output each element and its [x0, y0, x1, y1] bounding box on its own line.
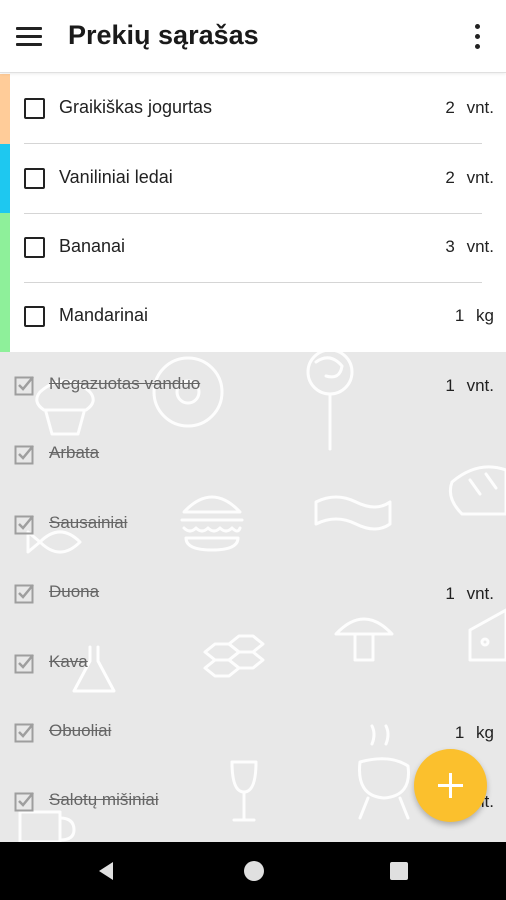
- category-color-stripe: [0, 74, 10, 144]
- checkbox-checked-icon[interactable]: [14, 721, 36, 743]
- add-item-button[interactable]: [414, 749, 487, 822]
- item-name: Sausainiai: [49, 513, 128, 532]
- list-item[interactable]: Mandarinai 1 kg: [0, 282, 506, 352]
- item-quantity: 1 kg: [454, 306, 494, 325]
- checkbox-checked-icon[interactable]: [14, 582, 36, 604]
- item-quantity: 3 vnt.: [445, 237, 494, 256]
- list-item[interactable]: Sausainiai: [0, 491, 506, 560]
- list-item[interactable]: Graikiškas jogurtas 2 vnt.: [0, 74, 506, 144]
- checkbox-checked-icon[interactable]: [14, 652, 36, 674]
- list-item[interactable]: Duona 1 vnt.: [0, 560, 506, 629]
- system-navigation-bar: [0, 842, 506, 900]
- checkbox-checked-icon[interactable]: [14, 443, 36, 465]
- category-color-stripe: [0, 213, 10, 283]
- checkbox-unchecked[interactable]: [24, 306, 45, 327]
- item-name: Kava: [49, 652, 88, 671]
- checkbox-checked-icon[interactable]: [14, 790, 36, 812]
- item-name: Negazuotas vanduo: [49, 374, 201, 393]
- item-quantity: 2 vnt.: [445, 168, 494, 187]
- app-bar: Prekių sąrašas: [0, 0, 506, 73]
- item-name: Vaniliniai ledai: [59, 167, 173, 187]
- item-name: Bananai: [59, 236, 126, 256]
- item-name: Duona: [49, 582, 100, 601]
- item-quantity: 1 vnt.: [445, 376, 494, 395]
- item-quantity: 2 vnt.: [445, 98, 494, 117]
- back-icon[interactable]: [95, 860, 115, 882]
- item-quantity: 1 kg: [454, 723, 494, 742]
- checkbox-checked-icon[interactable]: [14, 513, 36, 535]
- page-title: Prekių sąrašas: [68, 20, 259, 50]
- item-name: Obuoliai: [49, 721, 112, 740]
- category-color-stripe: [0, 144, 10, 214]
- item-name: Mandarinai: [59, 305, 149, 325]
- list-item[interactable]: Bananai 3 vnt.: [0, 213, 506, 283]
- item-name: Salotų mišiniai: [49, 790, 159, 809]
- checkbox-checked-icon[interactable]: [14, 374, 36, 396]
- menu-icon[interactable]: [10, 18, 48, 56]
- checkbox-unchecked[interactable]: [24, 237, 45, 258]
- list-item[interactable]: Kava: [0, 630, 506, 699]
- checkbox-unchecked[interactable]: [24, 98, 45, 119]
- item-quantity: 1 vnt.: [445, 584, 494, 603]
- active-items-list: Graikiškas jogurtas 2 vnt. Vaniliniai le…: [0, 74, 506, 352]
- more-vert-icon[interactable]: [462, 20, 494, 54]
- item-name: Graikiškas jogurtas: [59, 97, 213, 117]
- item-name: Arbata: [49, 443, 100, 462]
- list-item[interactable]: Vaniliniai ledai 2 vnt.: [0, 144, 506, 214]
- category-color-stripe: [0, 282, 10, 352]
- home-icon[interactable]: [244, 861, 264, 881]
- plus-icon-vertical: [449, 773, 452, 798]
- recent-apps-icon[interactable]: [390, 862, 408, 880]
- list-item[interactable]: Arbata: [0, 421, 506, 490]
- list-item[interactable]: Negazuotas vanduo 1 vnt.: [0, 352, 506, 421]
- checkbox-unchecked[interactable]: [24, 168, 45, 189]
